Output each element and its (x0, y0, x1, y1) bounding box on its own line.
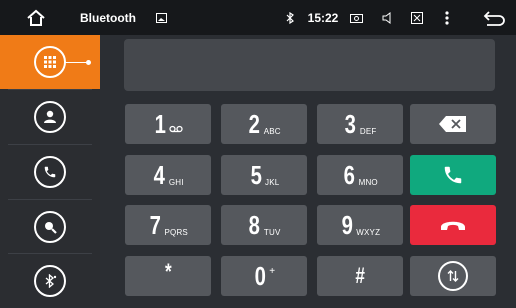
volume-icon[interactable] (379, 0, 395, 35)
key-hash[interactable]: # (317, 256, 403, 296)
key-digit: * (164, 259, 172, 284)
key-digit: 6 (343, 159, 356, 190)
key-digit: 8 (249, 209, 261, 240)
call-button[interactable] (410, 155, 496, 195)
voicemail-icon (169, 125, 183, 133)
key-1[interactable]: 1 (125, 104, 211, 144)
key-digit: 7 (149, 209, 161, 240)
key-letters: JKL (265, 177, 280, 187)
more-vert-icon[interactable] (440, 0, 454, 35)
key-0[interactable]: 0 + (221, 256, 307, 296)
key-digit: 4 (153, 159, 166, 190)
key-7[interactable]: 7 PQRS (125, 205, 211, 245)
active-indicator-dot (86, 60, 91, 65)
backspace-button[interactable] (410, 104, 496, 144)
number-display (124, 39, 495, 91)
key-star[interactable]: * (125, 256, 211, 296)
active-indicator-line (65, 62, 87, 63)
back-icon[interactable] (480, 0, 508, 35)
hangup-button[interactable] (410, 205, 496, 245)
key-3[interactable]: 3 DEF (317, 104, 403, 144)
key-letters: + (269, 265, 276, 277)
app-title: Bluetooth (80, 10, 136, 25)
key-8[interactable]: 8 TUV (221, 205, 307, 245)
home-icon[interactable] (22, 0, 50, 35)
key-letters: TUV (263, 227, 281, 237)
sidebar-item-search[interactable] (0, 200, 100, 254)
camera-icon (348, 0, 364, 35)
key-6[interactable]: 6 MNO (317, 155, 403, 195)
status-bar: Bluetooth 15:22 (0, 0, 516, 35)
person-icon (34, 101, 66, 133)
key-letters: MNO (358, 177, 378, 187)
swap-arrows-icon (438, 261, 468, 291)
key-9[interactable]: 9 WXYZ (317, 205, 403, 245)
bluetooth-settings-icon (34, 265, 66, 297)
key-letters: ABC (263, 126, 281, 136)
sidebar-item-bt-settings[interactable] (0, 254, 100, 308)
gallery-icon (153, 0, 169, 35)
key-digit: # (355, 263, 365, 288)
sidebar-item-call-log[interactable] (0, 145, 100, 199)
sidebar (0, 35, 100, 307)
key-5[interactable]: 5 JKL (221, 155, 307, 195)
dialpad-icon (34, 46, 66, 78)
backspace-icon (439, 116, 466, 132)
key-letters: GHI (168, 177, 184, 187)
search-icon (34, 211, 66, 243)
key-digit: 9 (341, 209, 353, 240)
phone-icon (444, 166, 462, 184)
sidebar-item-dialpad[interactable] (0, 35, 100, 89)
key-digit: 2 (248, 108, 261, 139)
hangup-icon (441, 221, 465, 230)
bluetooth-icon (283, 0, 297, 35)
key-4[interactable]: 4 GHI (125, 155, 211, 195)
sidebar-item-contacts[interactable] (0, 90, 100, 144)
phone-icon (34, 156, 66, 188)
key-letters: WXYZ (356, 227, 381, 237)
close-box-icon[interactable] (409, 0, 425, 35)
key-digit: 1 (154, 108, 166, 139)
key-digit: 5 (250, 159, 262, 190)
clock: 15:22 (307, 10, 339, 25)
key-letters: DEF (359, 126, 377, 136)
key-digit: 0 (254, 260, 266, 291)
key-letters: PQRS (164, 227, 188, 237)
key-digit: 3 (345, 108, 357, 139)
swap-button[interactable] (410, 256, 496, 296)
key-2[interactable]: 2 ABC (221, 104, 307, 144)
